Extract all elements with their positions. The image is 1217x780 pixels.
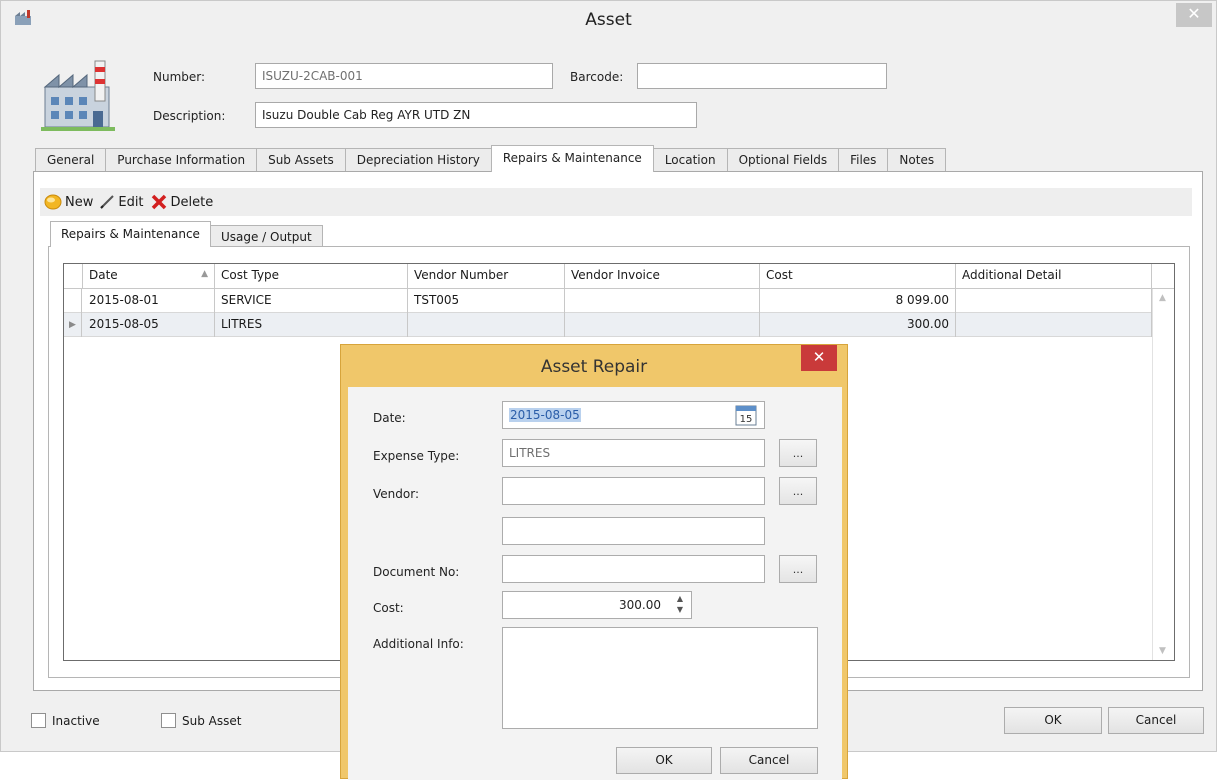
new-button[interactable]: New	[44, 194, 93, 210]
tab-location[interactable]: Location	[652, 148, 728, 172]
tab-repairs-maintenance[interactable]: Repairs & Maintenance	[490, 145, 654, 172]
spin-up-icon[interactable]: ▲	[672, 593, 688, 604]
sub-asset-checkbox-box[interactable]	[161, 713, 176, 728]
grid-vertical-scrollbar[interactable]: ▲ ▼	[1152, 289, 1174, 660]
subtab-repairs-maintenance[interactable]: Repairs & Maintenance	[50, 221, 211, 247]
delete-label: Delete	[170, 194, 214, 210]
column-date-label: Date	[89, 268, 118, 282]
description-field[interactable]: Isuzu Double Cab Reg AYR UTD ZN	[255, 102, 697, 128]
dialog-title: Asset Repair	[540, 357, 648, 377]
vendor-label: Vendor:	[373, 487, 419, 501]
cell-vendor-invoice	[565, 289, 760, 313]
row-header-corner	[64, 264, 83, 288]
document-no-browse-button[interactable]: ...	[779, 555, 817, 583]
cell-additional-detail	[956, 313, 1152, 337]
cell-cost-type: SERVICE	[215, 289, 408, 313]
vendor-name-field[interactable]	[502, 517, 765, 545]
delete-x-icon	[151, 194, 166, 210]
dialog-ok-button[interactable]: OK	[616, 747, 712, 774]
tab-depreciation-history[interactable]: Depreciation History	[344, 148, 492, 172]
title-bar: Asset ✕	[1, 1, 1216, 37]
window-title: Asset	[585, 10, 632, 30]
inactive-checkbox-box[interactable]	[31, 713, 46, 728]
date-field[interactable]: 2015-08-05	[502, 401, 765, 429]
scroll-down-icon[interactable]: ▼	[1159, 646, 1166, 656]
vendor-field[interactable]	[502, 477, 765, 505]
cell-vendor-number: TST005	[408, 289, 565, 313]
cost-label: Cost:	[373, 601, 404, 615]
grid-header: Date ▲ Cost Type Vendor Number Vendor In…	[64, 264, 1174, 289]
sort-ascending-icon: ▲	[201, 269, 208, 279]
column-header-vendor-invoice[interactable]: Vendor Invoice	[565, 264, 760, 288]
vendor-browse-button[interactable]: ...	[779, 477, 817, 505]
calendar-icon[interactable]: 15	[735, 404, 757, 426]
tab-optional-fields[interactable]: Optional Fields	[726, 148, 840, 172]
calendar-day: 15	[740, 414, 753, 425]
delete-button[interactable]: Delete	[150, 194, 214, 210]
table-row[interactable]: 2015-08-01 SERVICE TST005 8 099.00	[64, 289, 1152, 313]
date-label: Date:	[373, 411, 406, 425]
table-row-selected[interactable]: ▶ 2015-08-05 LITRES 300.00	[64, 313, 1152, 337]
current-row-indicator-icon: ▶	[64, 313, 82, 337]
date-value: 2015-08-05	[509, 408, 581, 422]
edit-button[interactable]: Edit	[99, 194, 144, 210]
cost-field[interactable]: 300.00	[502, 591, 692, 619]
sub-tabs: Repairs & Maintenance Usage / Output	[50, 221, 323, 247]
cell-vendor-number	[408, 313, 565, 337]
tab-sub-assets[interactable]: Sub Assets	[256, 148, 346, 172]
edit-label: Edit	[118, 194, 144, 210]
window-close-button[interactable]: ✕	[1176, 3, 1212, 27]
tab-files[interactable]: Files	[838, 148, 889, 172]
dialog-body: Date: 2015-08-05 15 Expense Type: LITRES…	[348, 387, 842, 780]
cancel-button[interactable]: Cancel	[1108, 707, 1204, 734]
new-icon	[44, 194, 62, 210]
toolbar: New Edit Delete	[40, 188, 1192, 216]
sub-asset-label: Sub Asset	[182, 713, 242, 728]
cell-additional-detail	[956, 289, 1152, 313]
inactive-checkbox[interactable]: Inactive	[31, 713, 100, 728]
tab-purchase-information[interactable]: Purchase Information	[105, 148, 258, 172]
barcode-field[interactable]	[637, 63, 887, 89]
cell-date: 2015-08-01	[83, 289, 215, 313]
expense-type-browse-button[interactable]: ...	[779, 439, 817, 467]
tab-notes[interactable]: Notes	[887, 148, 947, 172]
dialog-cancel-button[interactable]: Cancel	[720, 747, 818, 774]
cell-cost: 300.00	[760, 313, 956, 337]
description-label: Description:	[153, 109, 226, 123]
cell-vendor-invoice	[565, 313, 760, 337]
document-no-label: Document No:	[373, 565, 460, 579]
scroll-up-icon[interactable]: ▲	[1159, 293, 1166, 303]
additional-info-label: Additional Info:	[373, 637, 464, 651]
tab-general[interactable]: General	[35, 148, 107, 172]
expense-type-label: Expense Type:	[373, 449, 460, 463]
column-header-vendor-number[interactable]: Vendor Number	[408, 264, 565, 288]
pencil-icon	[100, 195, 115, 209]
additional-info-textarea[interactable]	[502, 627, 818, 729]
cell-cost: 8 099.00	[760, 289, 956, 313]
column-header-date[interactable]: Date ▲	[83, 264, 215, 288]
new-label: New	[65, 194, 94, 210]
column-header-cost[interactable]: Cost	[760, 264, 956, 288]
cell-cost-type: LITRES	[215, 313, 408, 337]
dialog-close-button[interactable]: ✕	[801, 345, 837, 371]
main-tabs: General Purchase Information Sub Assets …	[35, 145, 947, 172]
spin-down-icon[interactable]: ▼	[672, 604, 688, 615]
expense-type-field[interactable]: LITRES	[502, 439, 765, 467]
number-label: Number:	[153, 70, 206, 84]
cell-date: 2015-08-05	[83, 313, 215, 337]
ok-button[interactable]: OK	[1004, 707, 1102, 734]
sub-asset-checkbox[interactable]: Sub Asset	[161, 713, 241, 728]
document-no-field[interactable]	[502, 555, 765, 583]
column-header-additional-detail[interactable]: Additional Detail	[956, 264, 1152, 288]
asset-repair-dialog: Asset Repair ✕ Date: 2015-08-05 15 Expen…	[340, 344, 848, 780]
cost-spinner[interactable]: ▲ ▼	[672, 593, 688, 617]
barcode-label: Barcode:	[570, 70, 624, 84]
inactive-label: Inactive	[52, 713, 100, 728]
subtab-usage-output[interactable]: Usage / Output	[209, 225, 323, 247]
column-header-cost-type[interactable]: Cost Type	[215, 264, 408, 288]
factory-icon	[41, 60, 115, 131]
row-header	[64, 289, 82, 313]
number-field[interactable]: ISUZU-2CAB-001	[255, 63, 553, 89]
